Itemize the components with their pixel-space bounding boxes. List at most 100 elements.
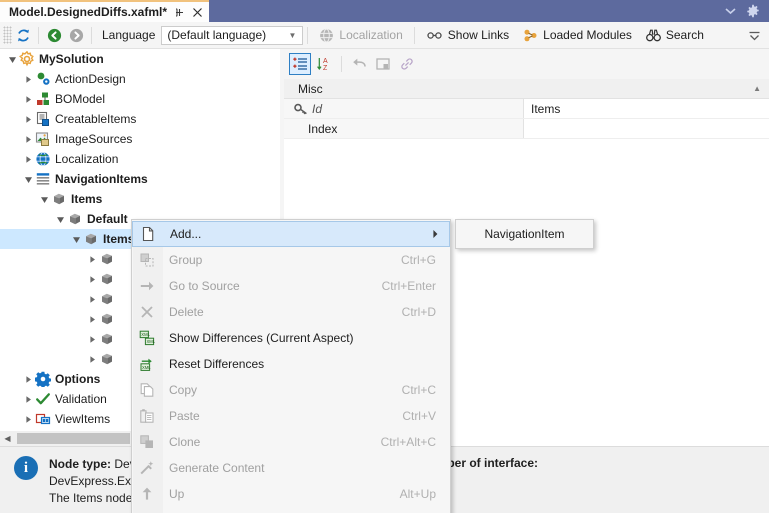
expander-open-icon[interactable] (24, 175, 35, 184)
document-tab[interactable]: Model.DesignedDiffs.xafml* (0, 0, 210, 22)
language-combobox[interactable]: (Default language) ▼ (161, 25, 304, 45)
expander-open-icon[interactable] (40, 195, 51, 204)
search-button[interactable]: Search (639, 23, 711, 47)
localization-button[interactable]: Localization (312, 23, 409, 47)
left-arrow-icon[interactable]: ◀ (0, 434, 15, 443)
context-menu-item[interactable]: Delete Ctrl+D (132, 299, 450, 325)
property-row[interactable]: Index (284, 119, 769, 139)
language-label: Language (102, 28, 156, 42)
alphabetical-sort-icon: AZ (316, 56, 332, 72)
expander-closed-icon[interactable] (88, 295, 99, 304)
pin-icon[interactable] (174, 7, 185, 18)
expander-closed-icon[interactable] (24, 115, 35, 124)
chevron-down-icon[interactable] (725, 7, 736, 15)
toolbar-overflow-button[interactable] (748, 30, 769, 41)
context-menu-item-label: Show Differences (Current Aspect) (169, 331, 354, 345)
refresh-button[interactable] (12, 24, 34, 46)
context-menu-item[interactable]: XML Reset Differences (132, 351, 450, 377)
show-links-label: Show Links (447, 28, 510, 42)
expander-closed-icon[interactable] (88, 275, 99, 284)
categorized-view-button[interactable] (289, 53, 311, 75)
expander-open-icon[interactable] (56, 215, 67, 224)
expander-closed-icon[interactable] (24, 395, 35, 404)
context-menu-item-label: Delete (169, 305, 204, 319)
collapse-chevron-icon[interactable]: ▲ (753, 84, 769, 93)
context-menu-item-label: Reset Differences (169, 357, 265, 371)
close-icon[interactable] (192, 7, 203, 18)
property-name-cell: Id (284, 99, 524, 118)
context-menu-item[interactable]: DownAlt+Down (132, 507, 450, 513)
back-button[interactable] (43, 24, 65, 46)
cube-icon (99, 311, 115, 327)
context-menu[interactable]: Add... Group Ctrl+G Go to Source Ctrl+Enter D… (131, 219, 451, 513)
categorized-icon (292, 56, 308, 72)
context-menu-item-shortcut: Ctrl+G (400, 253, 436, 267)
context-menu-item[interactable]: Add... (132, 221, 450, 247)
toolbar-grip[interactable] (3, 26, 12, 44)
property-category-row[interactable]: Misc ▲ (284, 79, 769, 99)
expander-closed-icon[interactable] (88, 255, 99, 264)
context-menu-item[interactable]: Go to Source Ctrl+Enter (132, 273, 450, 299)
svg-text:Z: Z (323, 65, 328, 72)
tree-node[interactable]: CreatableItems (0, 109, 280, 129)
context-menu-item[interactable]: Copy Ctrl+C (132, 377, 450, 403)
properties-window-button[interactable] (372, 53, 394, 75)
property-row[interactable]: Id Items (284, 99, 769, 119)
tree-node[interactable]: NavigationItems (0, 169, 280, 189)
context-menu-item[interactable]: Up Alt+Up (132, 481, 450, 507)
context-menu-item-label: Copy (169, 383, 198, 397)
language-combobox-value: (Default language) (167, 28, 267, 42)
chevron-down-icon: ▼ (288, 30, 297, 40)
scrollbar-thumb[interactable] (17, 433, 130, 444)
property-value-cell[interactable]: Items (524, 99, 769, 118)
tree-node[interactable]: ActionDesign (0, 69, 280, 89)
expander-closed-icon[interactable] (24, 135, 35, 144)
property-toolbar-separator (341, 56, 342, 72)
expander-closed-icon[interactable] (24, 95, 35, 104)
tree-node-label: Items (71, 192, 103, 206)
add-submenu[interactable]: NavigationItem (455, 219, 594, 249)
context-menu-item[interactable]: Clone Ctrl+Alt+C (132, 429, 450, 455)
toolbar-separator-1 (38, 26, 39, 44)
tree-node[interactable]: Items (0, 189, 280, 209)
link-icon (399, 56, 415, 72)
show-links-button[interactable]: Show Links (419, 23, 516, 47)
refresh-icon (16, 28, 31, 43)
expander-closed-icon[interactable] (88, 315, 99, 324)
context-menu-item[interactable]: XML XML Show Differences (Current Aspect) (132, 325, 450, 351)
expander-closed-icon[interactable] (88, 335, 99, 344)
tree-node[interactable]: MySolution (0, 49, 280, 69)
context-menu-item-label: Generate Content (169, 461, 265, 475)
show-differences-icon: XML XML (132, 330, 162, 346)
context-menu-item[interactable]: Generate Content (132, 455, 450, 481)
expander-closed-icon[interactable] (24, 375, 35, 384)
expander-closed-icon[interactable] (24, 75, 35, 84)
expander-closed-icon[interactable] (88, 355, 99, 364)
expander-closed-icon[interactable] (24, 155, 35, 164)
reset-button[interactable] (348, 53, 370, 75)
toolbar-separator-2 (91, 26, 92, 44)
expander-closed-icon[interactable] (24, 415, 35, 424)
tree-node[interactable]: ImageSources (0, 129, 280, 149)
arrow-up-icon (132, 486, 162, 502)
context-menu-item-shortcut: Ctrl+Enter (381, 279, 436, 293)
expander-open-icon[interactable] (72, 235, 83, 244)
submenu-item-navigationitem[interactable]: NavigationItem (484, 227, 564, 241)
alphabetical-sort-button[interactable]: AZ (313, 53, 335, 75)
expander-open-icon[interactable] (8, 55, 19, 64)
context-menu-item[interactable]: Paste Ctrl+V (132, 403, 450, 429)
link-button[interactable] (396, 53, 418, 75)
description-line-1: Node type: Dev (49, 456, 142, 473)
tree-node[interactable]: Localization (0, 149, 280, 169)
property-grid-toolbar: AZ (284, 49, 769, 79)
property-value-cell[interactable] (524, 119, 769, 138)
gear-icon[interactable] (746, 4, 760, 18)
reset-differences-icon: XML (132, 356, 162, 372)
forward-button[interactable] (65, 24, 87, 46)
tree-node-label: Default (87, 212, 128, 226)
description-text: Node type: Dev DevExpress.Expr The Items… (38, 456, 142, 513)
tree-node[interactable]: BOModel (0, 89, 280, 109)
go-to-source-icon (132, 278, 162, 294)
context-menu-item[interactable]: Group Ctrl+G (132, 247, 450, 273)
loaded-modules-button[interactable]: Loaded Modules (516, 23, 639, 47)
